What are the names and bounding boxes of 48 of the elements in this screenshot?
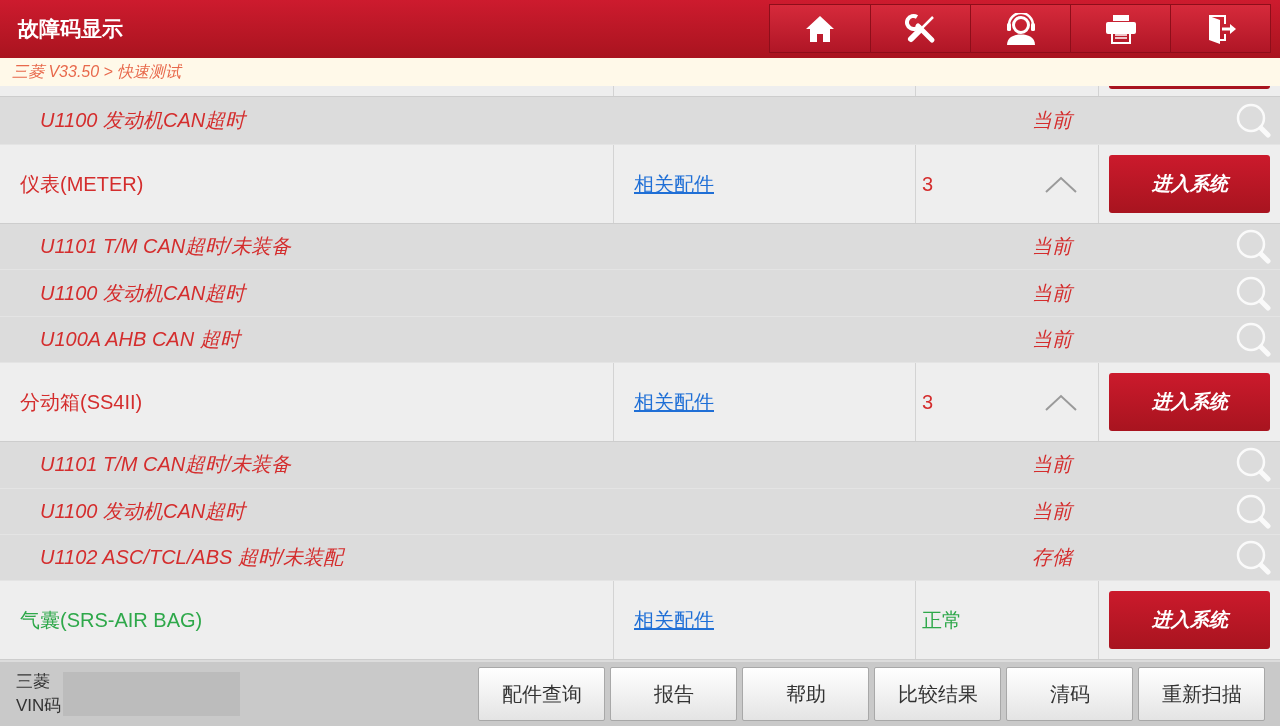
search-icon[interactable] [1236,321,1271,357]
fault-code: U1101 T/M CAN超时/未装备 [40,234,291,260]
system-name: 仪表(METER) [20,171,144,197]
tools-icon [904,12,937,45]
vin-label: VIN码 [16,695,62,717]
footer-button[interactable]: 清码 [1006,667,1133,721]
search-icon[interactable] [1236,447,1271,483]
footer-button[interactable]: 配件查询 [478,667,605,721]
make-label: 三菱 [16,671,51,693]
fault-code: U1102 ASC/TCL/ABS 超时/未装配 [40,545,344,571]
parts-link[interactable]: 相关配件 [634,170,714,198]
exit-button[interactable] [1170,5,1270,52]
search-icon[interactable] [1236,540,1271,576]
fault-code: U1101 T/M CAN超时/未装备 [40,452,291,478]
partial-button[interactable] [1109,86,1270,89]
tools-button[interactable] [870,5,970,52]
fault-code: U1100 发动机CAN超时 [40,108,246,133]
footer-button[interactable]: 比较结果 [874,667,1001,721]
printer-icon [1104,13,1137,44]
search-icon[interactable] [1236,493,1271,529]
fault-code: U100A AHB CAN 超时 [40,326,240,352]
search-icon[interactable] [1236,229,1271,265]
chevron-up-icon[interactable] [1045,393,1077,411]
search-icon[interactable] [1236,275,1271,311]
enter-system-button[interactable]: 进入系统 [1109,373,1270,432]
print-button[interactable] [1070,5,1170,52]
system-name: 分动箱(SS4II) [20,389,143,415]
chevron-up-icon[interactable] [1045,175,1077,193]
footer-button[interactable]: 帮助 [742,667,869,721]
page-title: 故障码显示 [18,16,123,42]
result-text: 正常 [922,607,962,633]
fault-state: 存储 [1032,545,1072,571]
result-text: 3 [922,390,934,414]
parts-link[interactable]: 相关配件 [634,388,714,416]
support-button[interactable] [970,5,1070,52]
footer-button[interactable]: 报告 [610,667,737,721]
result-text: 3 [922,172,934,196]
fault-code: U1100 发动机CAN超时 [40,498,246,524]
home-button[interactable] [770,5,870,52]
house-icon [805,14,835,43]
footer-button[interactable]: 重新扫描 [1138,667,1265,721]
search-icon[interactable] [1236,103,1271,138]
enter-system-button[interactable]: 进入系统 [1109,591,1270,650]
fault-code: U1100 发动机CAN超时 [40,280,246,306]
system-name: 气囊(SRS-AIR BAG) [20,607,203,633]
breadcrumb-path: 三菱 V33.50 > 快速测试 [12,61,182,82]
parts-link[interactable]: 相关配件 [634,606,714,634]
enter-system-button[interactable]: 进入系统 [1109,155,1270,213]
